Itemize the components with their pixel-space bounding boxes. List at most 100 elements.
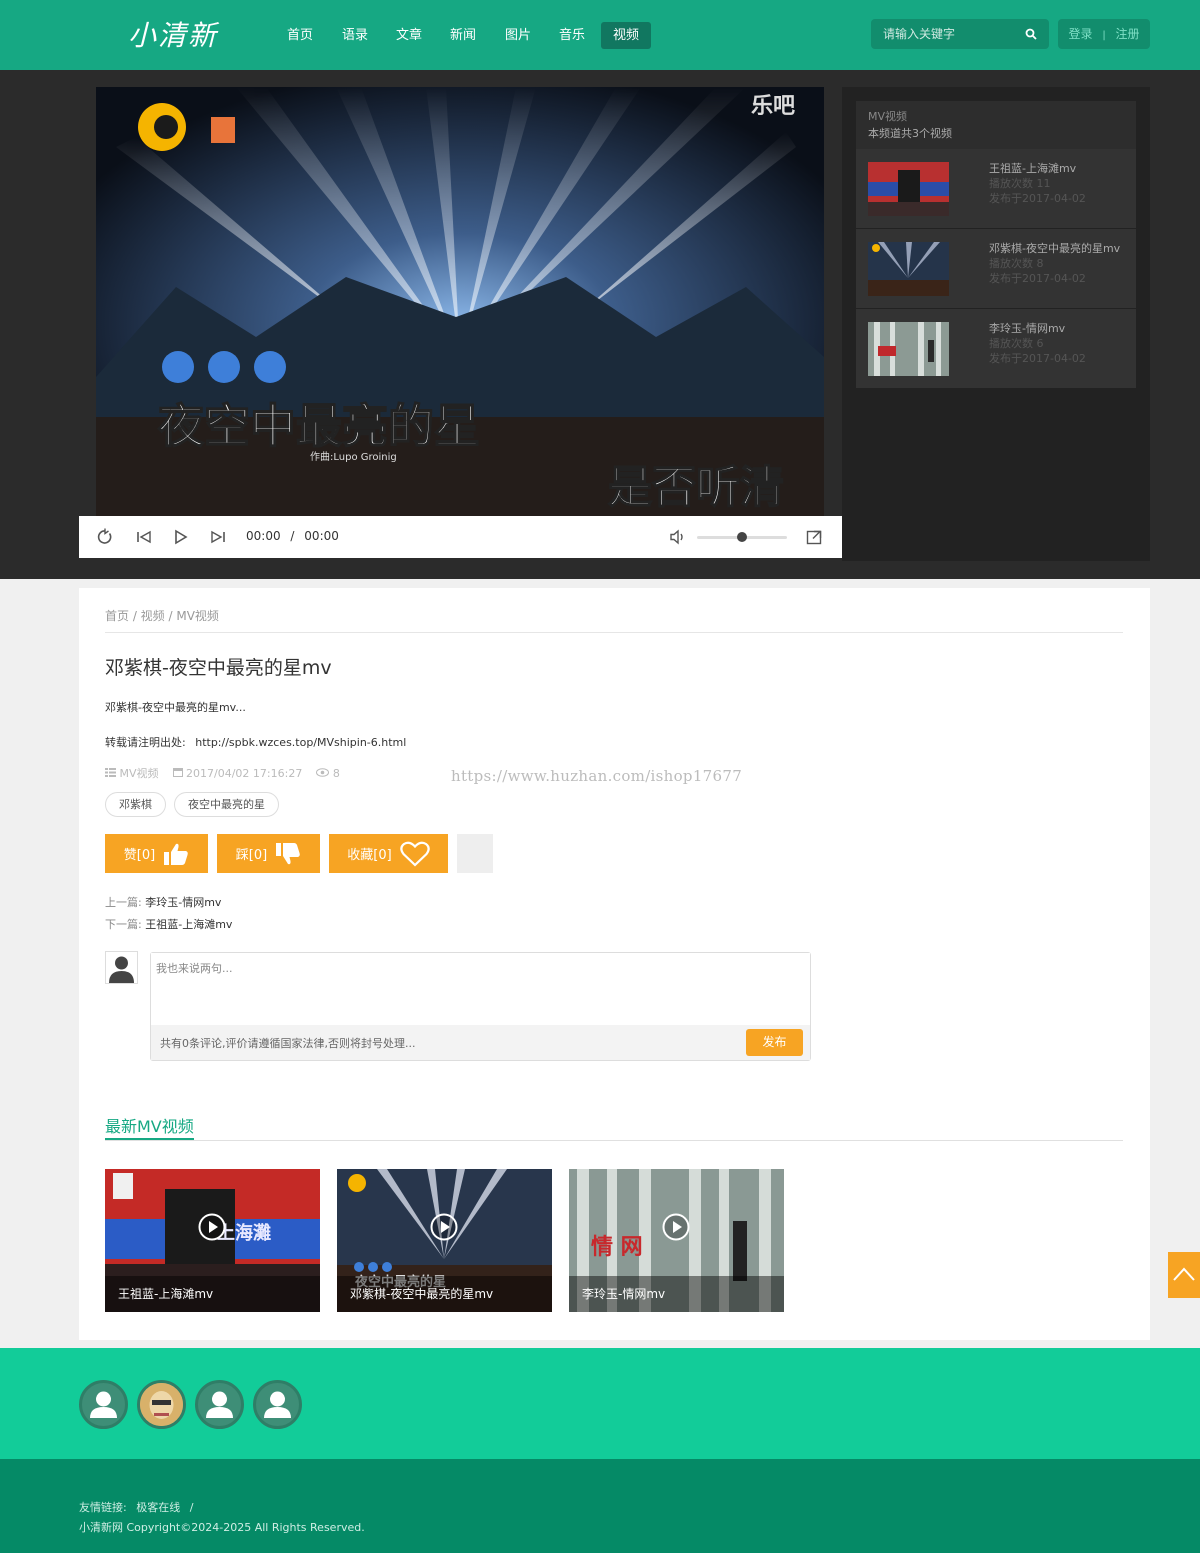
meta-category[interactable]: MV视频 xyxy=(105,765,159,781)
nav-articles[interactable]: 文章 xyxy=(384,22,434,49)
source-url[interactable]: http://spbk.wzces.top/MVshipin-6.html xyxy=(195,736,406,749)
thumbs-down-icon xyxy=(276,842,300,864)
publish-button[interactable]: 发布 xyxy=(746,1029,803,1056)
playlist-summary: 本频道共3个视频 xyxy=(868,127,952,140)
meta-views: 8 xyxy=(316,767,340,780)
prev-article-link[interactable]: 李玲玉-情网mv xyxy=(145,896,221,909)
video-credits: 作曲:Lupo Groinig xyxy=(310,451,397,463)
site-logo[interactable]: 小清新 xyxy=(128,14,218,54)
dislike-button[interactable]: 踩[0] xyxy=(217,834,320,873)
nav-images[interactable]: 图片 xyxy=(493,22,543,49)
like-button[interactable]: 赞[0] xyxy=(105,834,208,873)
search-box xyxy=(871,19,1049,49)
member-avatar[interactable] xyxy=(79,1380,128,1429)
nav-music[interactable]: 音乐 xyxy=(547,22,597,49)
copyright-text: Copyright©2024-2025 All Rights Reserved. xyxy=(126,1521,365,1534)
mv-caption[interactable]: 王祖蓝-上海滩mv xyxy=(105,1276,320,1312)
search-icon[interactable] xyxy=(1025,28,1037,40)
nav-news[interactable]: 新闻 xyxy=(438,22,488,49)
nav-video[interactable]: 视频 xyxy=(601,22,652,49)
replay-icon[interactable] xyxy=(96,528,114,546)
user-icon xyxy=(106,952,137,983)
playlist-plays: 播放次数 11 xyxy=(989,177,1051,190)
section-title: 最新MV视频 xyxy=(105,1117,194,1136)
video-overlay-subtitle: 是否听清 xyxy=(608,462,784,513)
playlist-title[interactable]: 李玲玉-情网mv xyxy=(989,321,1086,336)
mv-card[interactable]: 情 网 李玲玉-情网mv xyxy=(569,1169,784,1312)
divider xyxy=(105,1140,1123,1141)
back-to-top-button[interactable] xyxy=(1168,1252,1200,1298)
playlist-panel: MV视频 本频道共3个视频 王祖蓝-上海滩mv 播放次数 11 发布于2017-… xyxy=(842,87,1150,561)
copyright: 小清新网 Copyright©2024-2025 All Rights Rese… xyxy=(79,1519,365,1535)
chevron-up-icon xyxy=(1173,1267,1195,1281)
time-separator: / xyxy=(290,529,295,543)
friend-label: 友情链接: xyxy=(79,1501,127,1514)
nav-home[interactable]: 首页 xyxy=(275,22,325,49)
playlist-title[interactable]: 邓紫棋-夜空中最亮的星mv xyxy=(989,241,1120,256)
fullscreen-icon[interactable] xyxy=(805,528,823,546)
favorite-label: 收藏[0] xyxy=(347,848,392,863)
rewind-icon[interactable] xyxy=(135,528,153,546)
source-label: 转载请注明出处: xyxy=(105,736,186,749)
auth-separator: | xyxy=(1102,30,1106,41)
video-poster: 乐吧 夜空中最亮的星 作曲:Lupo Groinig 是否听清 xyxy=(96,87,824,517)
friend-separator: / xyxy=(189,1501,194,1514)
playlist-thumb[interactable] xyxy=(868,162,949,216)
player-controls: 00:00 / 00:00 xyxy=(79,516,842,558)
footer-site-name[interactable]: 小清新网 xyxy=(79,1521,123,1534)
volume-icon[interactable] xyxy=(669,528,687,546)
user-photo xyxy=(140,1383,183,1426)
search-input[interactable] xyxy=(881,19,1021,49)
footer: 友情链接: 极客在线 / 小清新网 Copyright©2024-2025 Al… xyxy=(0,1459,1200,1553)
forward-icon[interactable] xyxy=(209,528,227,546)
tag-link[interactable]: 夜空中最亮的星 xyxy=(174,792,279,817)
playlist-thumb[interactable] xyxy=(868,322,949,376)
friend-links: 友情链接: 极客在线 / xyxy=(79,1499,193,1515)
comment-box: 共有0条评论,评价请遵循国家法律,否则将封号处理... 发布 xyxy=(150,952,811,1061)
register-link[interactable]: 注册 xyxy=(1116,27,1140,41)
playlist-item[interactable]: 李玲玉-情网mv 播放次数 6 发布于2017-04-02 xyxy=(856,309,1136,388)
calendar-icon xyxy=(172,767,183,777)
comment-input[interactable] xyxy=(151,953,810,1025)
playlist-thumb[interactable] xyxy=(868,242,949,296)
mv-caption[interactable]: 邓紫棋-夜空中最亮的星mv xyxy=(337,1276,552,1312)
section-underline xyxy=(105,1138,194,1140)
play-icon[interactable] xyxy=(171,528,189,546)
article-source: 转载请注明出处: http://spbk.wzces.top/MVshipin-… xyxy=(105,734,406,750)
playlist-item[interactable]: 邓紫棋-夜空中最亮的星mv 播放次数 8 发布于2017-04-02 xyxy=(856,229,1136,308)
playlist-plays: 播放次数 6 xyxy=(989,337,1044,350)
playlist-date: 发布于2017-04-02 xyxy=(989,272,1086,285)
prev-label: 上一篇: xyxy=(105,896,142,909)
play-circle-icon[interactable] xyxy=(662,1213,690,1241)
friend-link[interactable]: 极客在线 xyxy=(136,1501,180,1514)
share-button[interactable] xyxy=(457,834,493,873)
member-avatar[interactable] xyxy=(195,1380,244,1429)
mv-card[interactable]: 夜空中最亮的星 邓紫棋-夜空中最亮的星mv xyxy=(337,1169,552,1312)
page-title: 邓紫棋-夜空中最亮的星mv xyxy=(105,657,332,679)
member-avatar[interactable] xyxy=(253,1380,302,1429)
breadcrumb[interactable]: 首页 / 视频 / MV视频 xyxy=(105,607,219,624)
user-icon xyxy=(264,1391,291,1418)
playlist-title[interactable]: 王祖蓝-上海滩mv xyxy=(989,161,1086,176)
article-description: 邓紫棋-夜空中最亮的星mv... xyxy=(105,701,246,714)
like-label: 赞[0] xyxy=(123,848,156,863)
auth-box: 登录 | 注册 xyxy=(1058,19,1150,49)
thumbs-up-icon xyxy=(164,843,188,865)
next-article-link[interactable]: 王祖蓝-上海滩mv xyxy=(145,918,232,931)
mv-card[interactable]: 上海灘 王祖蓝-上海滩mv xyxy=(105,1169,320,1312)
nav-quotes[interactable]: 语录 xyxy=(330,22,380,49)
playlist-info: 李玲玉-情网mv 播放次数 6 发布于2017-04-02 xyxy=(989,321,1086,366)
mv-caption[interactable]: 李玲玉-情网mv xyxy=(569,1276,784,1312)
login-link[interactable]: 登录 xyxy=(1068,27,1092,41)
video-overlay-title: 夜空中最亮的星 xyxy=(157,399,480,453)
playlist-item[interactable]: 王祖蓝-上海滩mv 播放次数 11 发布于2017-04-02 xyxy=(856,149,1136,228)
favorite-button[interactable]: 收藏[0] xyxy=(329,834,448,873)
member-avatar[interactable] xyxy=(137,1380,186,1429)
divider xyxy=(105,632,1123,633)
meta-date-label: 2017/04/02 17:16:27 xyxy=(186,766,303,780)
play-circle-icon[interactable] xyxy=(198,1213,226,1241)
play-circle-icon[interactable] xyxy=(430,1213,458,1241)
volume-knob[interactable] xyxy=(737,532,747,542)
video-player[interactable]: 乐吧 夜空中最亮的星 作曲:Lupo Groinig 是否听清 xyxy=(96,87,824,517)
tag-link[interactable]: 邓紫棋 xyxy=(105,792,166,817)
